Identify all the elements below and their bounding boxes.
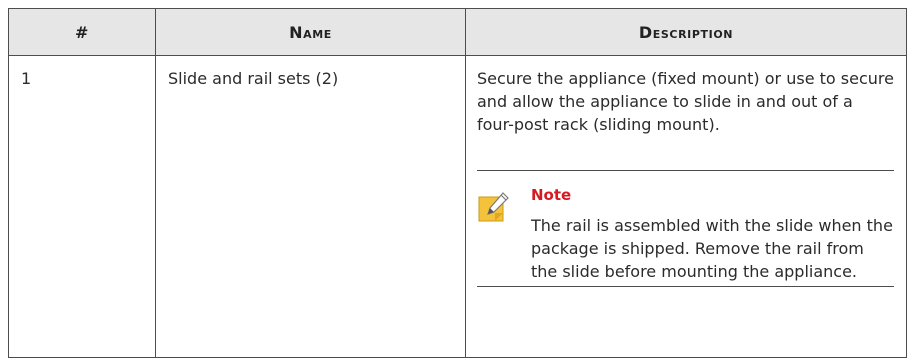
parts-table: # Name Description 1 Slide and rail sets…	[8, 8, 907, 358]
column-header-number: #	[8, 8, 156, 56]
cell-description: Secure the appliance (fixed mount) or us…	[465, 55, 907, 358]
column-header-description: Description	[465, 8, 907, 56]
note-title: Note	[531, 186, 572, 204]
table-row: 1 Slide and rail sets (2) Secure the app…	[8, 55, 907, 358]
row-name: Slide and rail sets (2)	[168, 69, 339, 88]
note-pencil-icon	[478, 192, 509, 222]
cell-name: Slide and rail sets (2)	[155, 55, 466, 358]
table-header-row: # Name Description	[8, 8, 907, 56]
note-box: Note The rail is assembled with the slid…	[477, 170, 894, 287]
row-description: Secure the appliance (fixed mount) or us…	[477, 69, 894, 134]
column-header-name: Name	[155, 8, 466, 56]
note-text: The rail is assembled with the slide whe…	[531, 216, 893, 281]
cell-number: 1	[8, 55, 156, 358]
row-number: 1	[21, 69, 32, 88]
